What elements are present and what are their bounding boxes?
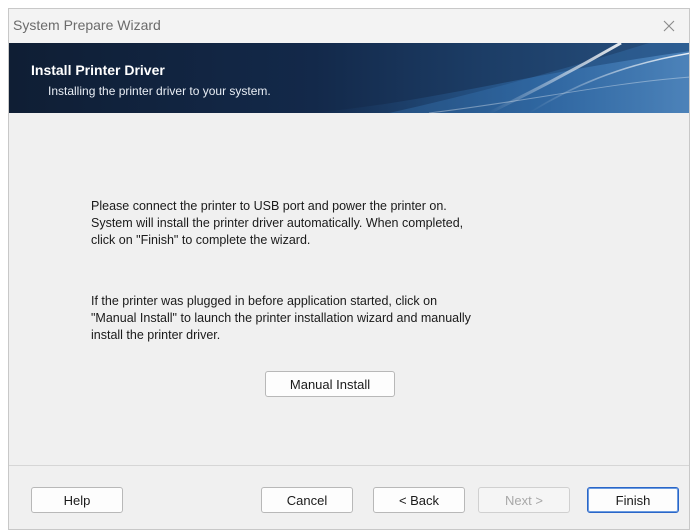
help-button[interactable]: Help — [31, 487, 123, 513]
instruction-text-auto: Please connect the printer to USB port a… — [91, 199, 464, 247]
banner-swoosh-graphic — [309, 43, 689, 113]
manual-install-button[interactable]: Manual Install — [265, 371, 395, 397]
wizard-content: Please connect the printer to USB port a… — [9, 113, 689, 467]
banner-subtitle: Installing the printer driver to your sy… — [48, 84, 271, 98]
window-title: System Prepare Wizard — [13, 17, 161, 33]
header-banner: Install Printer Driver Installing the pr… — [9, 43, 689, 113]
cancel-button[interactable]: Cancel — [261, 487, 353, 513]
wizard-window: System Prepare Wizard Install Printer Dr… — [8, 8, 690, 530]
close-button[interactable] — [649, 9, 689, 43]
finish-button[interactable]: Finish — [587, 487, 679, 513]
close-icon — [663, 20, 675, 32]
title-bar: System Prepare Wizard — [9, 9, 689, 43]
next-button[interactable]: Next > — [478, 487, 570, 513]
banner-title: Install Printer Driver — [31, 62, 165, 78]
back-button[interactable]: < Back — [373, 487, 465, 513]
footer-divider — [9, 465, 689, 466]
instruction-text-manual: If the printer was plugged in before app… — [91, 294, 471, 342]
